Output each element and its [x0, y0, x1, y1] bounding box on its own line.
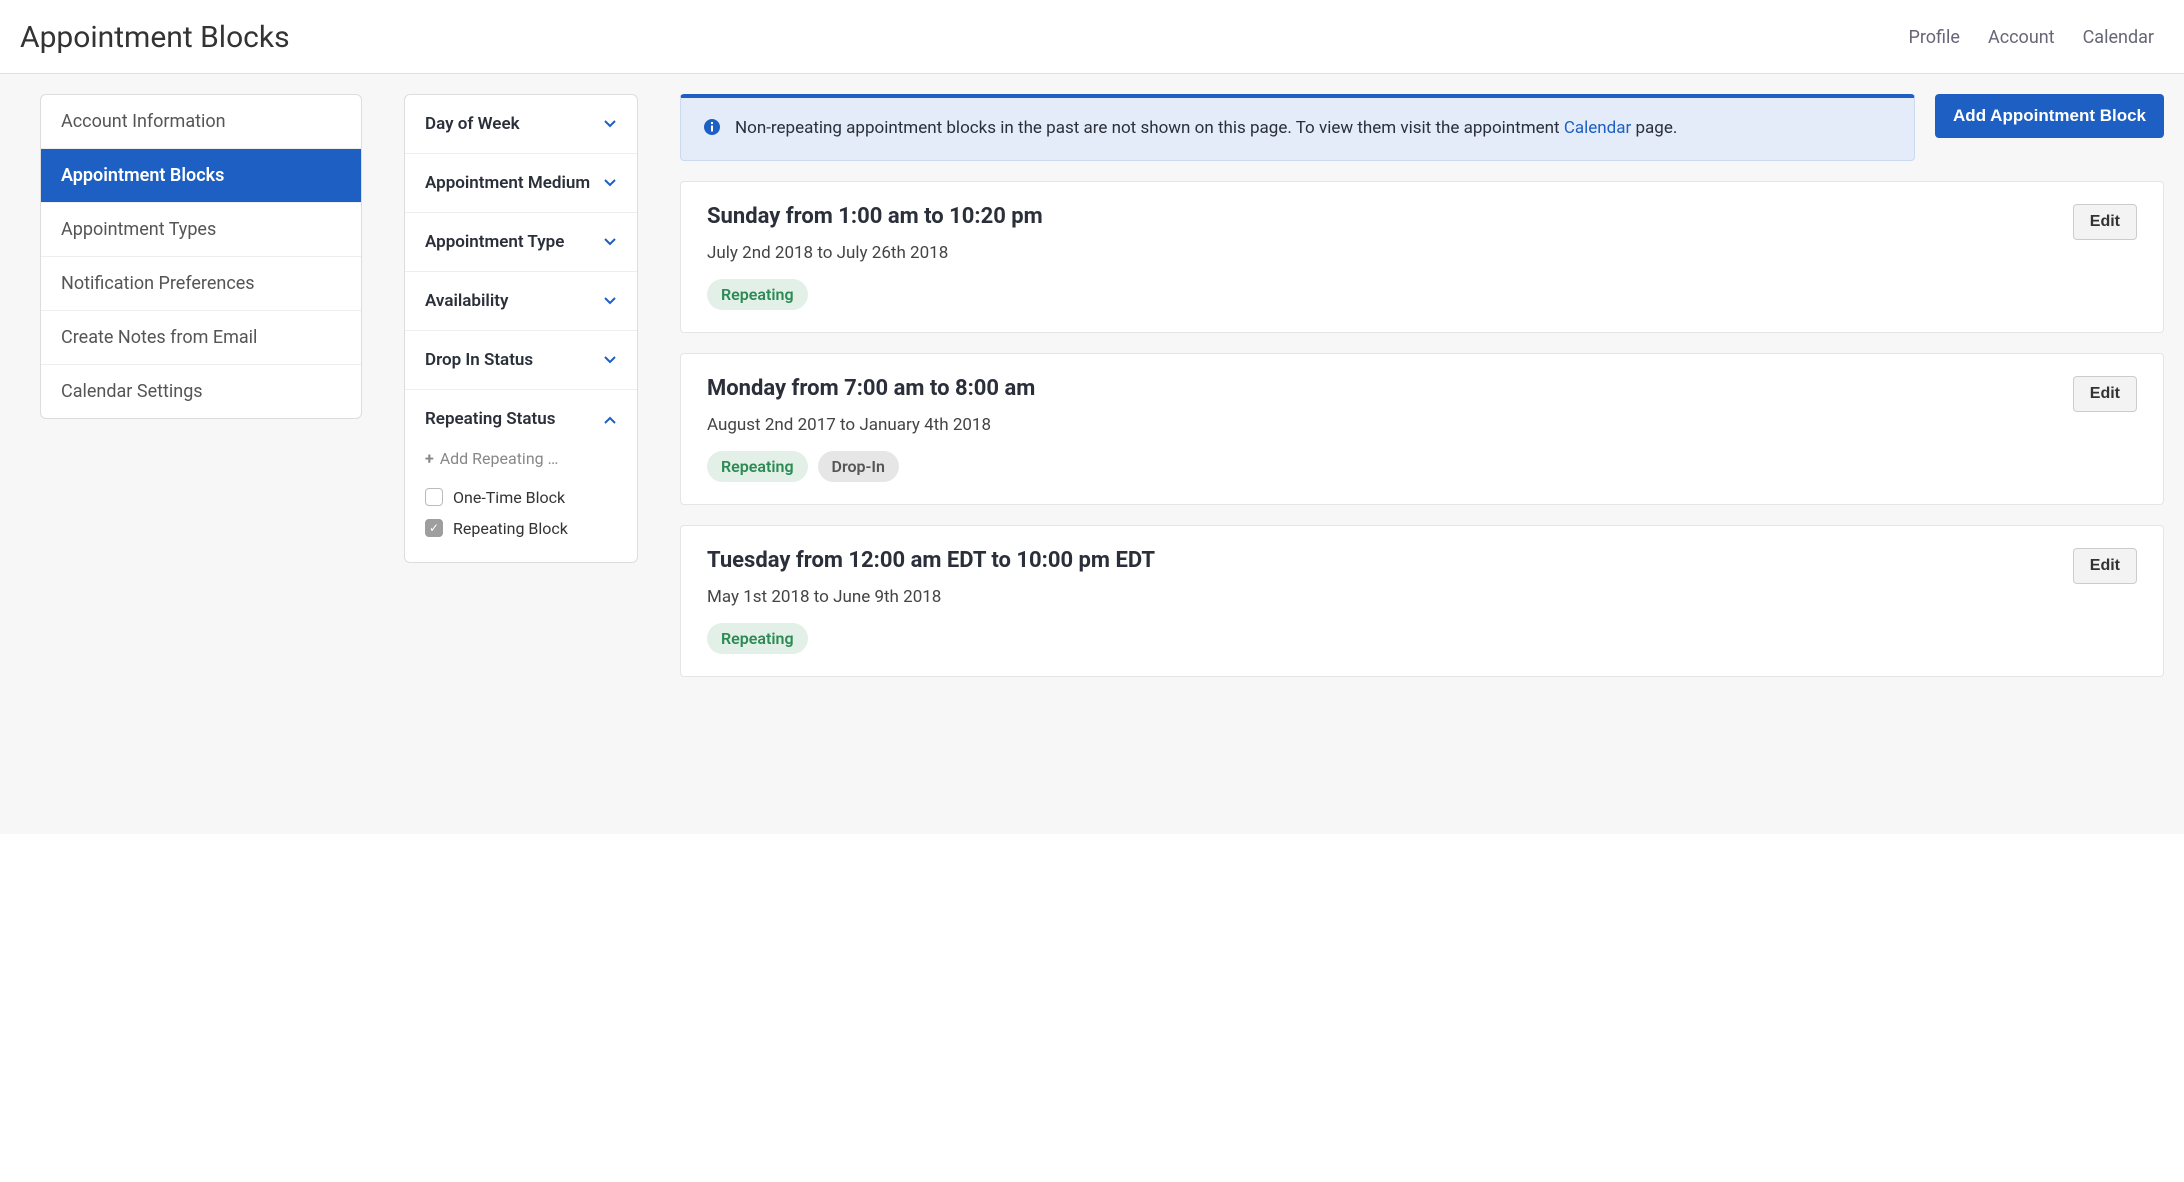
block-date-range: May 1st 2018 to June 9th 2018 — [707, 587, 2073, 607]
tag-repeating: Repeating — [707, 623, 808, 654]
checkbox-label: One-Time Block — [453, 488, 565, 507]
sidebar-item-appointment-types[interactable]: Appointment Types — [41, 203, 361, 257]
filters-panel: Day of Week Appointment Medium Appointme… — [404, 94, 638, 563]
block-date-range: August 2nd 2017 to January 4th 2018 — [707, 415, 2073, 435]
chevron-down-icon — [603, 294, 617, 308]
filter-label: Appointment Type — [425, 231, 564, 253]
checkbox-label: Repeating Block — [453, 519, 568, 538]
info-calendar-link[interactable]: Calendar — [1564, 118, 1631, 138]
filter-availability[interactable]: Availability — [405, 272, 637, 330]
filter-label: Day of Week — [425, 113, 520, 135]
add-repeating-status-link[interactable]: + Add Repeating … — [425, 449, 617, 468]
info-text: Non-repeating appointment blocks in the … — [735, 116, 1677, 142]
info-banner: Non-repeating appointment blocks in the … — [680, 94, 1915, 161]
checkbox-checked-icon: ✓ — [425, 519, 443, 537]
filter-appointment-type[interactable]: Appointment Type — [405, 213, 637, 271]
add-appointment-block-button[interactable]: Add Appointment Block — [1935, 94, 2164, 138]
chevron-down-icon — [603, 353, 617, 367]
chevron-down-icon — [603, 235, 617, 249]
sidebar-item-create-notes-email[interactable]: Create Notes from Email — [41, 311, 361, 365]
edit-button[interactable]: Edit — [2073, 548, 2137, 584]
tag-dropin: Drop-In — [818, 451, 899, 482]
checkbox-one-time-block[interactable]: One-Time Block — [425, 482, 617, 513]
chevron-down-icon — [603, 117, 617, 131]
block-date-range: July 2nd 2018 to July 26th 2018 — [707, 243, 2073, 263]
nav-account[interactable]: Account — [1988, 27, 2055, 48]
sidebar-item-notification-preferences[interactable]: Notification Preferences — [41, 257, 361, 311]
tag-repeating: Repeating — [707, 451, 808, 482]
block-title: Sunday from 1:00 am to 10:20 pm — [707, 204, 2073, 229]
sidebar-item-account-info[interactable]: Account Information — [41, 95, 361, 149]
info-text-after: page. — [1631, 118, 1677, 138]
info-icon — [703, 118, 721, 136]
filter-repeating-status[interactable]: Repeating Status — [405, 390, 637, 448]
edit-button[interactable]: Edit — [2073, 204, 2137, 240]
chevron-down-icon — [603, 176, 617, 190]
top-nav: Profile Account Calendar — [1909, 27, 2154, 48]
nav-profile[interactable]: Profile — [1909, 27, 1960, 48]
tag-repeating: Repeating — [707, 279, 808, 310]
main-area: Non-repeating appointment blocks in the … — [680, 94, 2164, 677]
filter-day-of-week[interactable]: Day of Week — [405, 95, 637, 153]
filter-label: Drop In Status — [425, 349, 533, 371]
block-title: Tuesday from 12:00 am EDT to 10:00 pm ED… — [707, 548, 2073, 573]
filter-label: Repeating Status — [425, 408, 555, 430]
chevron-up-icon — [603, 413, 617, 427]
sidebar-item-appointment-blocks[interactable]: Appointment Blocks — [41, 149, 361, 203]
checkbox-icon — [425, 488, 443, 506]
nav-calendar[interactable]: Calendar — [2083, 27, 2154, 48]
edit-button[interactable]: Edit — [2073, 376, 2137, 412]
filter-appointment-medium[interactable]: Appointment Medium — [405, 154, 637, 212]
checkbox-repeating-block[interactable]: ✓ Repeating Block — [425, 513, 617, 544]
filter-label: Availability — [425, 290, 508, 312]
appointment-block-card: Sunday from 1:00 am to 10:20 pm July 2nd… — [680, 181, 2164, 333]
page-title: Appointment Blocks — [20, 20, 290, 55]
plus-icon: + — [425, 449, 434, 468]
sidebar-item-calendar-settings[interactable]: Calendar Settings — [41, 365, 361, 418]
info-text-before: Non-repeating appointment blocks in the … — [735, 118, 1564, 138]
sidebar-nav: Account Information Appointment Blocks A… — [40, 94, 362, 419]
appointment-block-card: Tuesday from 12:00 am EDT to 10:00 pm ED… — [680, 525, 2164, 677]
add-repeating-label: Add Repeating … — [440, 449, 559, 468]
block-title: Monday from 7:00 am to 8:00 am — [707, 376, 2073, 401]
appointment-block-card: Monday from 7:00 am to 8:00 am August 2n… — [680, 353, 2164, 505]
filter-label: Appointment Medium — [425, 172, 590, 194]
filter-drop-in-status[interactable]: Drop In Status — [405, 331, 637, 389]
